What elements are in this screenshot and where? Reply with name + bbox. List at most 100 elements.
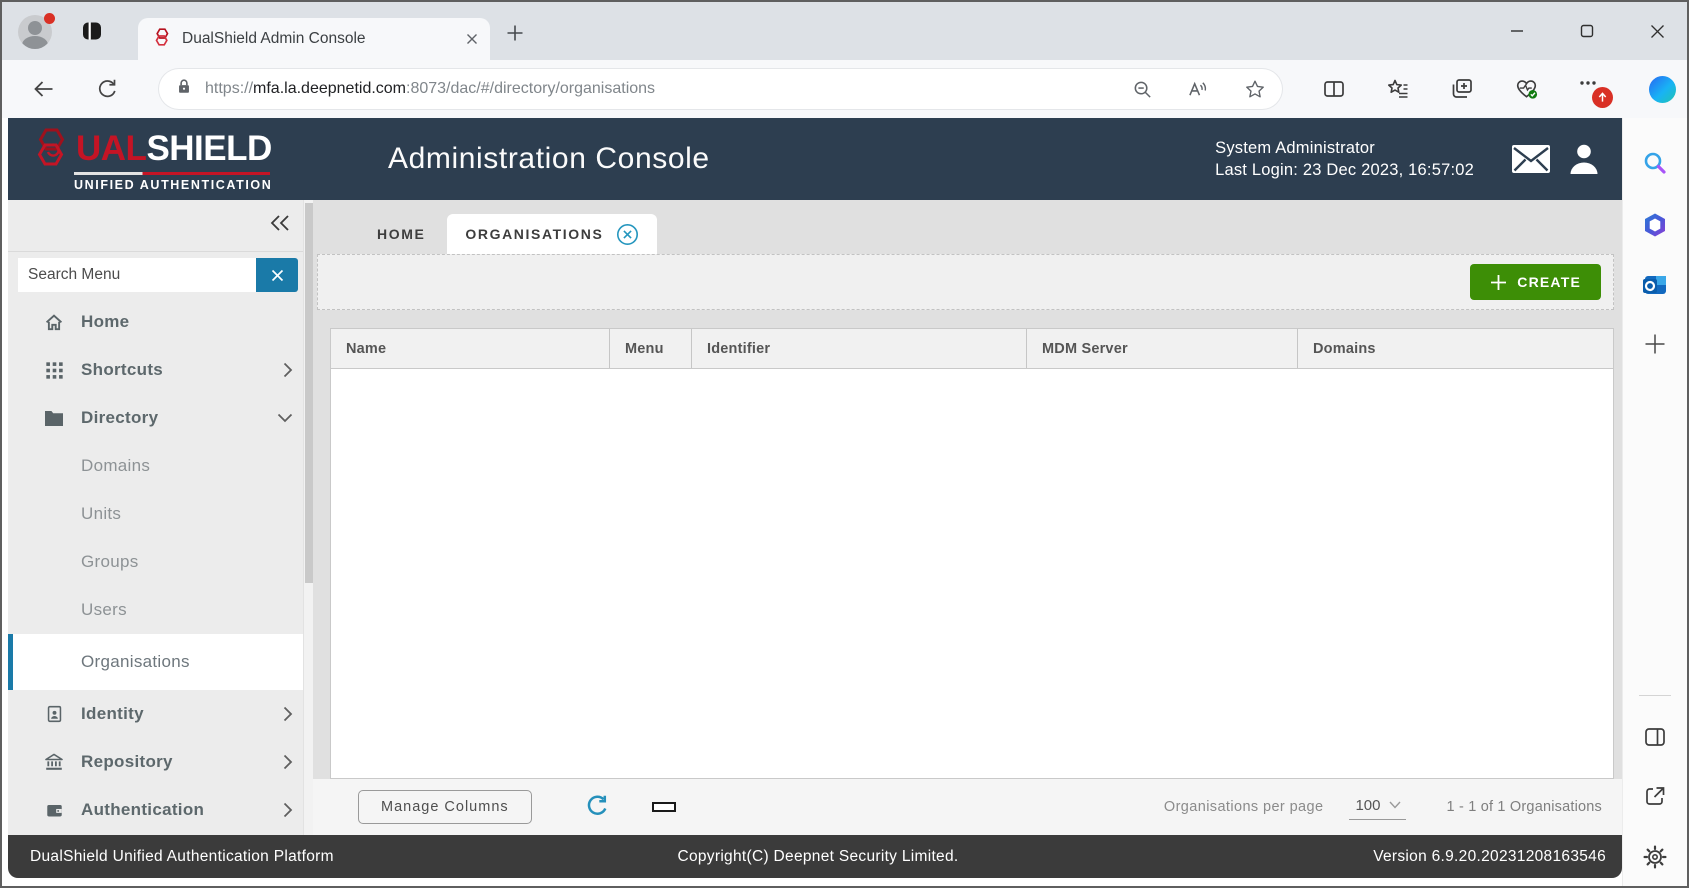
favorites-icon[interactable] — [1386, 77, 1410, 101]
settings-gear-icon[interactable] — [1642, 844, 1668, 870]
browser-window: DualShield Admin Console — [0, 0, 1689, 888]
sidebar-divider — [1639, 695, 1671, 696]
outlook-icon[interactable] — [1642, 272, 1668, 298]
sidebar-item-authentication[interactable]: Authentication — [8, 786, 303, 834]
favorite-star-icon[interactable] — [1244, 78, 1266, 100]
window-controls — [1509, 23, 1665, 39]
action-toolbar: CREATE — [317, 254, 1614, 310]
column-header-menu[interactable]: Menu — [609, 329, 691, 368]
browser-body: UALSHIELD UNIFIED AUTHENTICATION Adminis… — [2, 118, 1687, 886]
url-text[interactable]: https://mfa.la.deepnetid.com:8073/dac/#/… — [205, 80, 1098, 98]
organisations-table: Name Menu Identifier MDM Server Domains — [330, 328, 1614, 779]
close-button[interactable] — [1649, 23, 1665, 39]
split-screen-icon[interactable] — [1322, 77, 1346, 101]
back-icon[interactable] — [32, 77, 56, 101]
manage-columns-button[interactable]: Manage Columns — [358, 790, 532, 824]
sidebar-item-label: Shortcuts — [81, 360, 163, 380]
table-header: Name Menu Identifier MDM Server Domains — [331, 329, 1613, 369]
browser-tab-close-icon[interactable] — [466, 33, 478, 45]
url-scheme: https:// — [205, 80, 253, 97]
workspaces-icon[interactable] — [81, 20, 103, 47]
sidebar-item-directory[interactable]: Directory — [8, 394, 303, 442]
column-header-domains[interactable]: Domains — [1297, 329, 1613, 368]
app-header: UALSHIELD UNIFIED AUTHENTICATION Adminis… — [8, 118, 1622, 200]
sidebar-item-domains[interactable]: Domains — [8, 442, 303, 490]
sidebar-item-users[interactable]: Users — [8, 586, 303, 634]
dualshield-favicon — [152, 27, 172, 52]
search-menu-input[interactable] — [18, 258, 256, 292]
collections-icon[interactable] — [1450, 77, 1474, 101]
chevron-right-icon — [283, 754, 293, 770]
update-badge — [1592, 87, 1613, 108]
reload-icon[interactable] — [96, 78, 119, 101]
table-body — [331, 369, 1613, 778]
column-label: Name — [346, 341, 386, 357]
maximize-button[interactable] — [1579, 23, 1595, 39]
logo-rule — [74, 172, 270, 175]
microsoft-365-icon[interactable] — [1642, 212, 1668, 238]
profile-avatar[interactable] — [18, 15, 54, 51]
add-sidebar-item-icon[interactable] — [1643, 332, 1667, 356]
open-external-icon[interactable] — [1643, 784, 1667, 808]
lock-icon[interactable] — [175, 77, 193, 101]
settings-more-icon[interactable] — [1579, 74, 1609, 104]
read-aloud-icon[interactable] — [1187, 79, 1210, 100]
collapse-grid-icon[interactable] — [610, 802, 676, 812]
refresh-icon[interactable] — [584, 794, 610, 820]
chevron-right-icon — [283, 802, 293, 818]
column-header-identifier[interactable]: Identifier — [691, 329, 1026, 368]
minimize-button[interactable] — [1509, 23, 1525, 39]
user-profile-icon[interactable] — [1566, 141, 1602, 177]
sidebar-collapse-row — [8, 200, 303, 252]
sidebar-item-groups[interactable]: Groups — [8, 538, 303, 586]
app-footer: DualShield Unified Authentication Platfo… — [8, 835, 1622, 878]
copilot-icon[interactable] — [1649, 76, 1676, 103]
column-header-mdm-server[interactable]: MDM Server — [1026, 329, 1297, 368]
sidebar-item-identity[interactable]: Identity — [8, 690, 303, 738]
tab-label: ORGANISATIONS — [465, 226, 603, 242]
chevron-right-icon — [283, 362, 293, 378]
per-page-value: 100 — [1355, 797, 1380, 814]
sidebar-search — [18, 258, 298, 292]
sidebar-item-home[interactable]: Home — [8, 298, 303, 346]
sidebar: Home Shortcuts — [8, 200, 303, 835]
tab-label: HOME — [377, 226, 425, 242]
browser-tab-title: DualShield Admin Console — [182, 30, 466, 48]
sidebar-item-label: Units — [81, 504, 121, 524]
tab-home[interactable]: HOME — [355, 214, 447, 254]
sidebar-item-shortcuts[interactable]: Shortcuts — [8, 346, 303, 394]
user-name: System Administrator — [1215, 137, 1474, 159]
mail-icon[interactable] — [1512, 145, 1550, 173]
sidebar-item-organisations[interactable]: Organisations — [8, 634, 303, 690]
tab-close-icon[interactable] — [616, 223, 639, 246]
tab-organisations[interactable]: ORGANISATIONS — [447, 214, 657, 254]
sidebar-scrollbar[interactable] — [303, 200, 313, 835]
chevron-right-icon — [283, 706, 293, 722]
dualshield-logo-icon — [30, 126, 74, 170]
sidebar-item-label: Authentication — [81, 800, 204, 820]
browser-tab[interactable]: DualShield Admin Console — [138, 18, 490, 60]
zoom-out-icon[interactable] — [1132, 79, 1153, 100]
user-meta: System Administrator Last Login: 23 Dec … — [1215, 137, 1474, 182]
create-button[interactable]: CREATE — [1470, 264, 1601, 300]
chevron-down-icon — [277, 413, 293, 423]
new-tab-button[interactable] — [506, 24, 524, 47]
sidebar-item-repository[interactable]: Repository — [8, 738, 303, 786]
sidebar-search-icon[interactable] — [1642, 150, 1668, 176]
home-icon — [43, 313, 65, 332]
column-label: MDM Server — [1042, 341, 1128, 357]
shortcuts-grid-icon — [43, 361, 65, 380]
url-domain: mfa.la.deepnetid.com — [253, 80, 406, 97]
browser-essentials-icon[interactable] — [1514, 77, 1539, 101]
search-clear-button[interactable] — [256, 258, 298, 292]
column-header-name[interactable]: Name — [331, 329, 609, 368]
sidebar-panel-icon[interactable] — [1643, 725, 1667, 749]
per-page-select[interactable]: 100 — [1349, 795, 1406, 820]
footer-copyright-text: Copyright(C) Deepnet Security Limited. — [586, 848, 1050, 866]
collapse-sidebar-icon[interactable] — [269, 214, 291, 237]
address-bar[interactable]: https://mfa.la.deepnetid.com:8073/dac/#/… — [159, 69, 1282, 109]
results-range: 1 - 1 of 1 Organisations — [1446, 799, 1602, 815]
sidebar-item-units[interactable]: Units — [8, 490, 303, 538]
logo-text-dual: UAL — [76, 131, 146, 166]
scrollbar-thumb[interactable] — [305, 203, 313, 583]
